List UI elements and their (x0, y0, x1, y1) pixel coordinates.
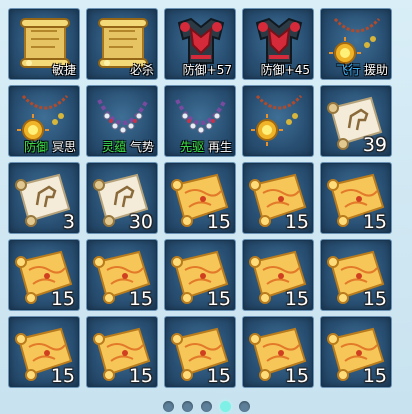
inventory-grid: 敏捷 必杀 防御+57 防御+45 飞行 援助 防御 冥思 灵蕴 气势 先驱 再… (8, 8, 392, 388)
inventory-slot[interactable]: 15 (8, 316, 80, 388)
item-count: 15 (362, 288, 387, 310)
inventory-panel: 敏捷 必杀 防御+57 防御+45 飞行 援助 防御 冥思 灵蕴 气势 先驱 再… (0, 0, 412, 414)
inventory-slot[interactable]: 39 (320, 85, 392, 157)
inventory-slot[interactable] (242, 85, 314, 157)
item-count: 15 (50, 288, 75, 310)
item-attribute-label: 防御 冥思 (24, 140, 76, 154)
item-name: 再生 (207, 140, 232, 154)
inventory-slot[interactable]: 敏捷 (8, 8, 80, 80)
inventory-slot[interactable]: 防御+45 (242, 8, 314, 80)
inventory-slot[interactable]: 15 (320, 239, 392, 311)
inventory-slot[interactable]: 3 (8, 162, 80, 234)
inventory-slot[interactable]: 灵蕴 气势 (86, 85, 158, 157)
inventory-slot[interactable]: 15 (242, 162, 314, 234)
inventory-slot[interactable]: 15 (320, 316, 392, 388)
item-tag: 防御 (182, 63, 207, 77)
item-tag-value: +45 (284, 63, 310, 77)
item-tag-value: +57 (206, 63, 232, 77)
item-count: 3 (62, 211, 75, 233)
item-count: 15 (128, 288, 153, 310)
item-attribute-label: 敏捷 (52, 63, 76, 77)
item-count: 15 (50, 365, 75, 387)
item-tag: 防御 (24, 140, 49, 154)
item-count: 15 (362, 365, 387, 387)
page-dot[interactable] (219, 401, 231, 412)
inventory-slot[interactable]: 15 (242, 316, 314, 388)
inventory-slot[interactable]: 15 (86, 316, 158, 388)
inventory-slot[interactable]: 必杀 (86, 8, 158, 80)
page-dot[interactable] (200, 401, 212, 412)
page-indicator (0, 401, 412, 413)
item-attribute-label: 防御+57 (183, 63, 232, 77)
item-tag: 飞行 (336, 63, 361, 77)
item-tag: 灵蕴 (102, 140, 127, 154)
inventory-slot[interactable]: 防御 冥思 (8, 85, 80, 157)
item-attribute-label: 灵蕴 气势 (102, 140, 154, 154)
item-attribute-label: 必杀 (130, 63, 154, 77)
page-dot[interactable] (238, 401, 250, 412)
item-count: 15 (362, 211, 387, 233)
item-count: 30 (128, 211, 153, 233)
item-attribute-label: 飞行 援助 (336, 63, 388, 77)
inventory-slot[interactable]: 防御+57 (164, 8, 236, 80)
inventory-slot[interactable]: 15 (242, 239, 314, 311)
item-count: 15 (284, 211, 309, 233)
page-dot[interactable] (162, 401, 174, 412)
item-attribute-label: 先驱 再生 (180, 140, 232, 154)
item-count: 15 (284, 365, 309, 387)
inventory-slot[interactable]: 30 (86, 162, 158, 234)
inventory-slot[interactable]: 先驱 再生 (164, 85, 236, 157)
item-count: 39 (362, 134, 387, 156)
item-name: 冥思 (51, 140, 76, 154)
item-tag: 先驱 (180, 140, 205, 154)
item-attribute-label: 防御+45 (261, 63, 310, 77)
item-count: 15 (128, 365, 153, 387)
item-tag: 防御 (260, 63, 285, 77)
item-name: 敏捷 (51, 63, 76, 77)
inventory-slot[interactable]: 15 (164, 162, 236, 234)
item-name: 必杀 (129, 63, 154, 77)
inventory-slot[interactable]: 15 (164, 316, 236, 388)
item-name: 援助 (363, 63, 388, 77)
item-count: 15 (206, 288, 231, 310)
item-count: 15 (284, 288, 309, 310)
item-count: 15 (206, 211, 231, 233)
inventory-slot[interactable]: 15 (320, 162, 392, 234)
item-count: 15 (206, 365, 231, 387)
item-name: 气势 (129, 140, 154, 154)
inventory-slot[interactable]: 15 (86, 239, 158, 311)
page-dot[interactable] (181, 401, 193, 412)
inventory-slot[interactable]: 15 (164, 239, 236, 311)
inventory-slot[interactable]: 15 (8, 239, 80, 311)
inventory-slot[interactable]: 飞行 援助 (320, 8, 392, 80)
